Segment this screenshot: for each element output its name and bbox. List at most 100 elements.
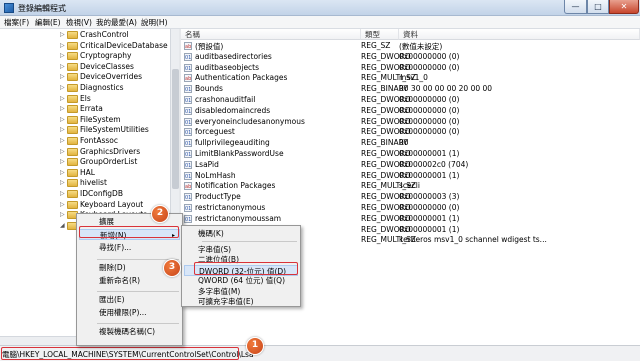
- menu-item[interactable]: 尋找(F)...: [79, 242, 180, 253]
- menu-help[interactable]: 說明(H): [139, 17, 170, 28]
- tree-item[interactable]: ▷ DeviceClasses: [0, 62, 170, 72]
- value-name: LsaPid: [195, 159, 219, 169]
- tree-item[interactable]: ▷ FileSystemUtilities: [0, 125, 170, 135]
- value-row[interactable]: 01 LimitBlankPasswordUse REG_DWORD 0x000000…: [181, 149, 640, 159]
- menu-favorites[interactable]: 我的最愛(A): [94, 17, 139, 28]
- value-row[interactable]: 01 forceguest REG_DWORD 0x00000000 (0): [181, 127, 640, 137]
- value-row[interactable]: 01 auditbaseobjects REG_DWORD 0x00000000 (0…: [181, 63, 640, 73]
- value-data: 0x00000001 (1): [399, 213, 460, 223]
- tree-item-label: FileSystem: [80, 114, 121, 124]
- value-row[interactable]: 01 ProductType REG_DWORD 0x00000003 (3): [181, 192, 640, 202]
- tree-item-label: Els: [80, 93, 91, 103]
- menu-item[interactable]: 字串值(S): [184, 244, 298, 255]
- menu-edit[interactable]: 編輯(E): [33, 17, 63, 28]
- tree-expander-icon[interactable]: ▷: [60, 201, 65, 208]
- value-name: auditbasedirectories: [195, 51, 272, 61]
- folder-icon: [67, 31, 78, 39]
- value-row[interactable]: ab Authentication Packages REG_MULTI_SZ msv…: [181, 73, 640, 83]
- value-row[interactable]: 01 NoLmHash REG_DWORD 0x00000001 (1): [181, 171, 640, 181]
- column-header-name[interactable]: 名稱: [181, 29, 361, 40]
- menu-item[interactable]: 機碼(K): [184, 228, 298, 239]
- tree-item[interactable]: ▷ IDConfigDB: [0, 189, 170, 199]
- tree-item[interactable]: ▷ GroupOrderList: [0, 157, 170, 167]
- menu-item[interactable]: 匯出(E): [79, 294, 180, 305]
- value-row[interactable]: 01 LsaPid REG_DWORD 0x000002c0 (704): [181, 160, 640, 170]
- tree-expander-icon[interactable]: ▷: [60, 211, 65, 218]
- tree-expander-icon[interactable]: ▷: [60, 31, 65, 38]
- tree-expander-icon[interactable]: ▷: [60, 158, 65, 165]
- folder-icon: [67, 126, 78, 135]
- menu-item[interactable]: 使用權限(P)...: [79, 307, 180, 318]
- value-name: Bounds: [195, 84, 223, 94]
- tree-item[interactable]: ▷ hivelist: [0, 178, 170, 188]
- value-row[interactable]: 01 fullprivilegeauditing REG_BINARY 00: [181, 138, 640, 148]
- value-row[interactable]: 01 restrictanonymous REG_DWORD 0x00000000 (…: [181, 203, 640, 213]
- folder-icon: [67, 190, 78, 198]
- menu-item[interactable]: 重新命名(R): [79, 275, 180, 286]
- menu-file[interactable]: 檔案(F): [2, 17, 31, 28]
- folder-icon: [67, 73, 78, 82]
- tree-scroll-thumb[interactable]: [172, 69, 179, 189]
- menu-item[interactable]: QWORD (64 位元) 值(Q): [184, 275, 298, 286]
- binary-value-icon: 01: [184, 171, 192, 180]
- tree-expander-icon[interactable]: ▷: [60, 63, 65, 70]
- column-header-data[interactable]: 資料: [399, 29, 640, 40]
- tree-expander-icon[interactable]: ◢: [60, 222, 65, 229]
- tree-item[interactable]: ▷ FileSystem: [0, 115, 170, 125]
- column-header-type[interactable]: 類型: [361, 29, 399, 40]
- tree-item[interactable]: ▷ CrashControl: [0, 30, 170, 40]
- tree-expander-icon[interactable]: ▷: [60, 95, 65, 102]
- value-data: 00 30 00 00 00 20 00 00: [399, 84, 493, 94]
- value-row[interactable]: 01 everyoneincludesanonymous REG_DWORD 0x00…: [181, 117, 640, 127]
- value-row[interactable]: ab (預設值) REG_SZ (數值未設定): [181, 41, 640, 51]
- close-button[interactable]: ✕: [609, 0, 639, 14]
- tree-item[interactable]: ▷ DeviceOverrides: [0, 72, 170, 82]
- tree-item[interactable]: ▷ Cryptography: [0, 51, 170, 61]
- tree-item-label: GraphicsDrivers: [80, 146, 141, 156]
- tree-expander-icon[interactable]: ▷: [60, 126, 65, 133]
- binary-value-icon: 01: [184, 63, 192, 72]
- tree-item[interactable]: ▷ Diagnostics: [0, 83, 170, 93]
- menu-item[interactable]: 多字串值(M): [184, 286, 298, 297]
- tree-expander-icon[interactable]: ▷: [60, 179, 65, 186]
- tree-item[interactable]: ▷ Keyboard Layout: [0, 200, 170, 210]
- tree-expander-icon[interactable]: ▷: [60, 137, 65, 144]
- maximize-button[interactable]: □: [587, 0, 609, 14]
- tree-expander-icon[interactable]: ▷: [60, 52, 65, 59]
- tree-item[interactable]: ▷ GraphicsDrivers: [0, 147, 170, 157]
- tree-expander-icon[interactable]: ▷: [60, 42, 65, 49]
- menu-item-label: 可擴充字串值(E): [198, 297, 254, 306]
- menu-view[interactable]: 檢視(V): [64, 17, 94, 28]
- tree-expander-icon[interactable]: ▷: [60, 73, 65, 80]
- tree-item[interactable]: ▷ CriticalDeviceDatabase: [0, 41, 170, 51]
- tree-expander-icon[interactable]: ▷: [60, 84, 65, 91]
- value-data: kerberos msv1_0 schannel wdigest ts...: [399, 235, 547, 245]
- menu-item-label: 複製機碼名稱(C): [99, 327, 156, 337]
- tree-expander-icon[interactable]: ▷: [60, 116, 65, 123]
- tree-expander-icon[interactable]: ▷: [60, 190, 65, 197]
- minimize-button[interactable]: —: [564, 0, 587, 14]
- value-row[interactable]: 01 Bounds REG_BINARY 00 30 00 00 00 20 00 0…: [181, 84, 640, 94]
- value-row[interactable]: 01 disabledomaincreds REG_DWORD 0x00000000 …: [181, 106, 640, 116]
- value-data: 0x00000000 (0): [399, 62, 460, 72]
- tree-item-label: GroupOrderList: [80, 157, 138, 167]
- tree-expander-icon[interactable]: ▷: [60, 148, 65, 155]
- tree-item[interactable]: ▷ Errata: [0, 104, 170, 114]
- folder-icon: [67, 179, 78, 188]
- tree-expander-icon[interactable]: ▷: [60, 169, 65, 176]
- value-row[interactable]: 01 restrictanonymoussam REG_DWORD 0x0000000…: [181, 214, 640, 224]
- tree-item-label: DeviceClasses: [80, 61, 134, 71]
- tree-item[interactable]: ▷ Els: [0, 94, 170, 104]
- tree-item-label: DeviceOverrides: [80, 72, 143, 82]
- value-row[interactable]: 01 auditbasedirectories REG_DWORD 0x0000000…: [181, 52, 640, 62]
- menu-item[interactable]: 複製機碼名稱(C): [79, 326, 180, 337]
- value-data: (數值未設定): [399, 42, 443, 51]
- value-row[interactable]: 01 crashonauditfail REG_DWORD 0x00000000 (0…: [181, 95, 640, 105]
- tree-expander-icon[interactable]: ▷: [60, 105, 65, 112]
- tree-item[interactable]: ▷ FontAssoc: [0, 136, 170, 146]
- tree-item[interactable]: ▷ HAL: [0, 168, 170, 178]
- value-row[interactable]: ab Notification Packages REG_MULTI_SZ scecl…: [181, 181, 640, 191]
- tree-item-label: FileSystemUtilities: [80, 125, 149, 135]
- menu-item[interactable]: 可擴充字串值(E): [184, 296, 298, 307]
- tree-item-label: CrashControl: [80, 30, 129, 39]
